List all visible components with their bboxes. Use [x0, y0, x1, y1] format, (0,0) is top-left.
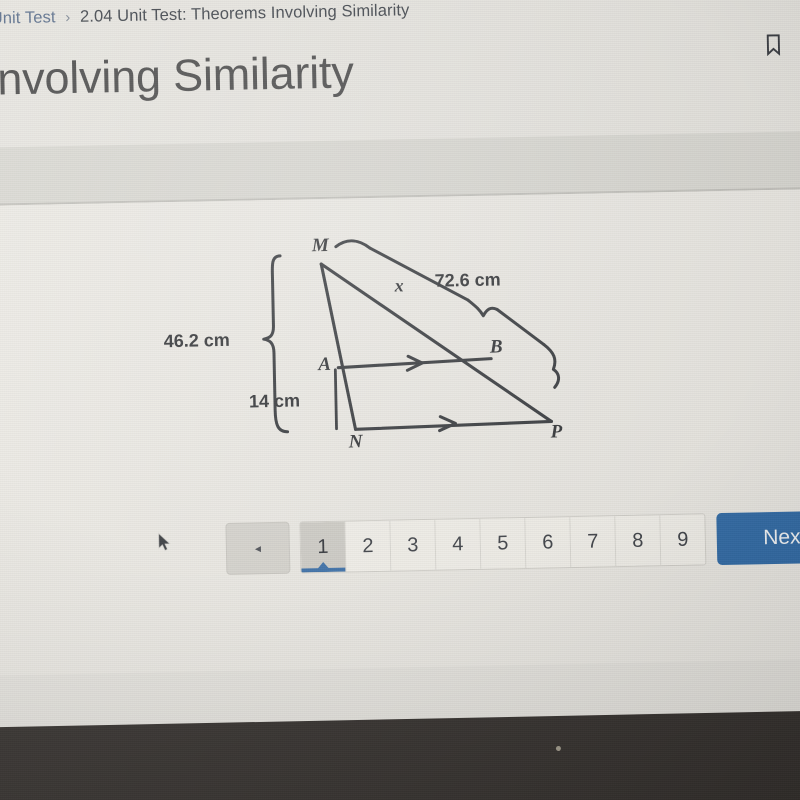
- vertex-label-N: N: [348, 431, 363, 453]
- page-button-2[interactable]: 2: [345, 520, 392, 572]
- page-button-8[interactable]: 8: [615, 515, 662, 567]
- left-arrow-icon: ◂: [254, 541, 262, 556]
- breadcrumb: st › Unit Test › 2.04 Unit Test: Theorem…: [0, 1, 410, 29]
- page-label: 9: [677, 528, 689, 551]
- page-label: 8: [632, 529, 644, 552]
- page-title: s Involving Similarity: [0, 46, 355, 105]
- active-page-caret-icon: [317, 561, 330, 570]
- page-number-group: 1 2 3 4 5 6 7 8 9: [299, 513, 707, 574]
- measurement-MN: 46.2 cm: [163, 329, 230, 352]
- bookmark-icon[interactable]: [760, 30, 787, 61]
- measurement-AN: 14 cm: [248, 390, 301, 412]
- breadcrumb-separator: ›: [65, 8, 71, 27]
- breadcrumb-item-unit-test[interactable]: Unit Test: [0, 8, 56, 27]
- screen-surface: st › Unit Test › 2.04 Unit Test: Theorem…: [0, 0, 800, 758]
- page-label: 7: [587, 530, 599, 553]
- screen-photo: st › Unit Test › 2.04 Unit Test: Theorem…: [0, 0, 800, 800]
- next-button-label: Next: [762, 525, 800, 550]
- pagination: ◂ 1 2 3 4 5 6 7 8 9 Next: [225, 510, 800, 575]
- page-button-6[interactable]: 6: [525, 517, 572, 568]
- page-button-3[interactable]: 3: [390, 519, 437, 571]
- previous-page-button[interactable]: ◂: [225, 521, 291, 575]
- vertex-label-A: A: [318, 353, 332, 376]
- vertex-label-P: P: [550, 421, 563, 443]
- measurement-MB-x: x: [394, 275, 404, 296]
- page-label: 2: [362, 534, 374, 557]
- page-button-9[interactable]: 9: [660, 514, 706, 566]
- similar-triangles-diagram: M A B N P 46.2 cm 14 cm x 72.6 cm: [164, 227, 609, 465]
- page-button-4[interactable]: 4: [435, 518, 482, 570]
- vertex-label-B: B: [489, 336, 503, 358]
- next-button[interactable]: Next: [716, 510, 800, 566]
- question-content: M A B N P 46.2 cm 14 cm x 72.6 cm ◂ 1 2 …: [0, 188, 800, 676]
- page-label: 6: [542, 530, 554, 554]
- page-button-7[interactable]: 7: [570, 516, 617, 568]
- page-label: 4: [452, 532, 464, 555]
- test-page: st › Unit Test › 2.04 Unit Test: Theorem…: [0, 0, 800, 758]
- mouse-pointer: [158, 532, 172, 552]
- page-label: 5: [497, 531, 509, 555]
- page-button-5[interactable]: 5: [480, 517, 527, 569]
- header-actions: ≡: [760, 29, 800, 60]
- page-label: 3: [407, 533, 419, 556]
- page-label: 1: [317, 535, 329, 558]
- bezel-indicator: [555, 745, 561, 752]
- page-button-1[interactable]: 1: [300, 521, 347, 573]
- vertex-label-M: M: [311, 234, 329, 257]
- measurement-MP: 72.6 cm: [434, 269, 501, 291]
- breadcrumb-item-current: 2.04 Unit Test: Theorems Involving Simil…: [79, 1, 410, 26]
